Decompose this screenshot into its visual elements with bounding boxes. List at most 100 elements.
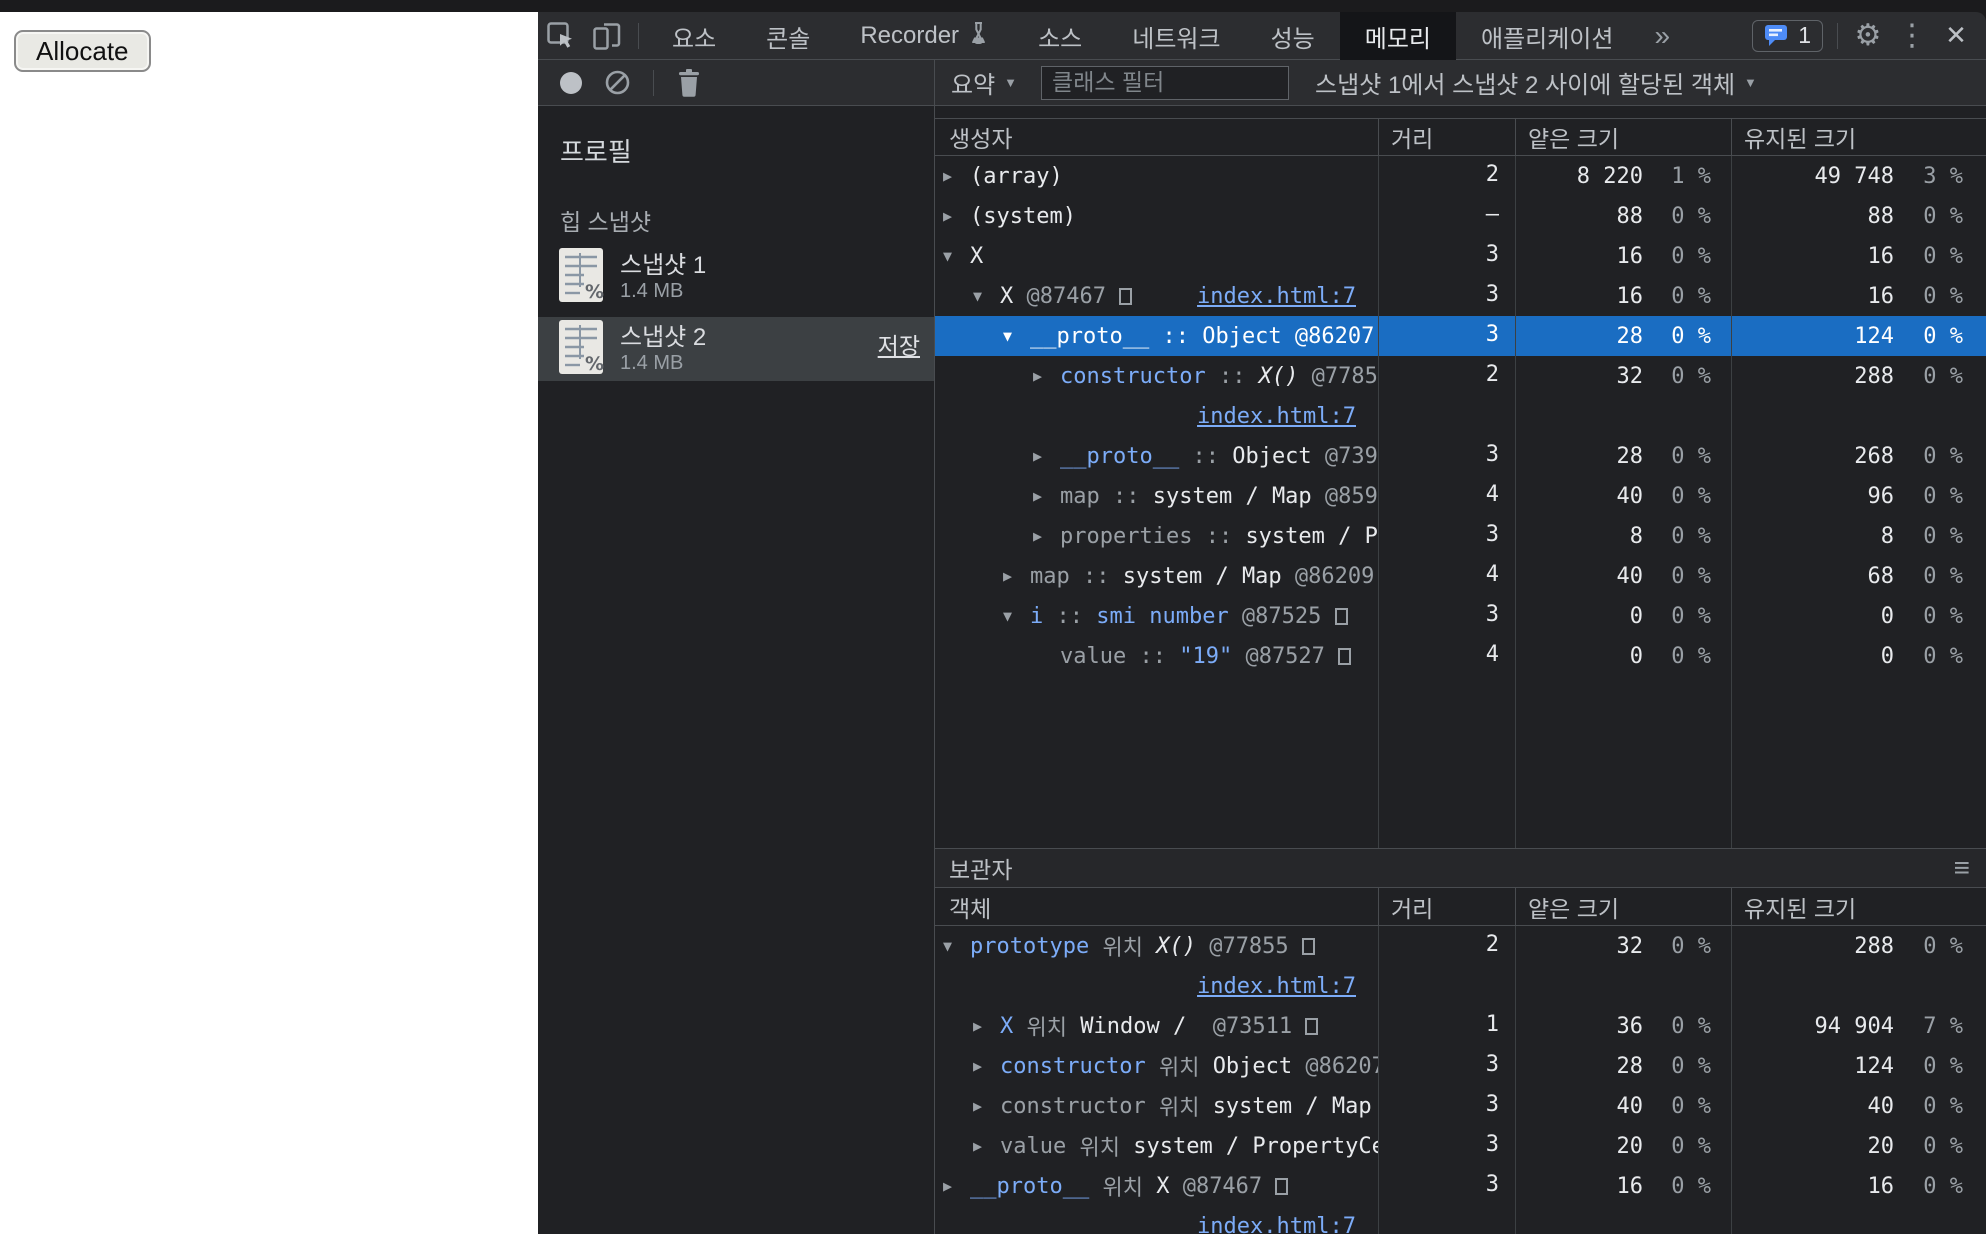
shallow-size-cell: 40 0 % (1515, 476, 1731, 516)
class-filter-input[interactable] (1041, 65, 1290, 100)
expander-icon[interactable]: ▶ (973, 1017, 1000, 1035)
tab-요소[interactable]: 요소 (647, 12, 741, 60)
object-text: @87467 (1169, 1173, 1276, 1199)
column-shallow-size[interactable]: 얕은 크기 (1515, 888, 1731, 925)
object-text: 위치 (1013, 1016, 1081, 1041)
object-text: X() (1258, 363, 1299, 389)
expander-icon[interactable]: ▶ (943, 1177, 970, 1195)
source-link-row[interactable]: index.html:7 (935, 966, 1986, 1006)
tab-소스[interactable]: 소스 (1013, 12, 1107, 60)
column-distance[interactable]: 거리 (1378, 888, 1515, 925)
heap-row[interactable]: ▶ (array) 2 8 220 1 % 49 748 3 % (935, 156, 1986, 196)
snapshot-item-1[interactable]: % 스냅샷 1 1.4 MB (538, 245, 934, 309)
expander-icon[interactable]: ▶ (973, 1137, 1000, 1155)
heap-row[interactable]: ▶map :: system / Map @85974400 %960 % (935, 476, 1986, 516)
heap-row[interactable]: ▼ __proto__ :: Object @86207 3 28 0 % 124 0 % (935, 316, 1986, 356)
memory-toolbar: 요약▼ 스냅샷 1에서 스냅샷 2 사이에 할당된 객체▼ (538, 60, 1986, 106)
shallow-size-cell: 40 0 % (1515, 556, 1731, 596)
distance-cell: 3 (1378, 1086, 1515, 1126)
close-devtools-icon[interactable]: ✕ (1934, 20, 1978, 51)
retained-size-cell: 88 0 % (1731, 196, 1986, 236)
expander-icon[interactable]: ▼ (1003, 327, 1030, 345)
column-retained-size[interactable]: 유지된 크기 (1731, 888, 1986, 925)
heap-row[interactable]: ▶ map :: system / Map @86209 4 40 0 % 68 0 % (935, 556, 1986, 596)
object-text: constructor (1060, 363, 1206, 389)
tab-메모리[interactable]: 메모리 (1339, 12, 1456, 60)
heap-row[interactable]: ▶ X 위치 Window / @73511 1 36 0 % 94 904 7 % (935, 1006, 1986, 1046)
expander-icon[interactable]: ▶ (943, 167, 970, 185)
heap-row[interactable]: ▼ X 3 16 0 % 16 0 % (935, 236, 1986, 276)
expander-icon[interactable]: ▶ (1033, 447, 1060, 465)
object-cell: ▶constructor 위치 system / Map @ (935, 1086, 1378, 1126)
retained-size-cell: 124 0 % (1731, 316, 1986, 356)
snapshot-scope-select[interactable]: 스냅샷 1에서 스냅샷 2 사이에 할당된 객체 ▼ (1315, 65, 1757, 100)
inspect-element-icon[interactable] (538, 16, 584, 56)
save-snapshot-link[interactable]: 저장 (878, 327, 920, 361)
expander-icon[interactable]: ▶ (1033, 487, 1060, 505)
distance-cell: 3 (1378, 1046, 1515, 1086)
expander-icon[interactable]: ▶ (943, 207, 970, 225)
source-link-row[interactable]: index.html:7 (935, 1206, 1986, 1234)
device-toolbar-icon[interactable] (584, 16, 630, 56)
heap-row[interactable]: ▶ __proto__ 위치 X @87467 3 16 0 % 16 0 % (935, 1166, 1986, 1206)
source-link[interactable]: index.html:7 (1197, 974, 1356, 999)
expander-icon[interactable]: ▶ (1003, 567, 1030, 585)
object-text: map (1030, 563, 1070, 589)
column-object[interactable]: 객체 (935, 890, 1378, 924)
column-distance[interactable]: 거리 (1378, 119, 1515, 155)
source-link-row[interactable]: index.html:7 (935, 396, 1986, 436)
heap-row[interactable]: ▶constructor :: X() @77855 2320 %2880 % (935, 356, 1986, 396)
column-constructor[interactable]: 생성자 (935, 120, 1378, 154)
expander-icon[interactable]: ▼ (1003, 607, 1030, 625)
expander-icon[interactable]: ▶ (973, 1097, 1000, 1115)
hamburger-menu-icon[interactable]: ≡ (1954, 852, 1970, 884)
allocate-button[interactable]: Allocate (14, 30, 151, 72)
snapshot-item-2[interactable]: % 스냅샷 2 1.4 MB 저장 (538, 317, 934, 381)
heap-row[interactable]: ▶ value 위치 system / PropertyCe 3 20 0 % 20 0 % (935, 1126, 1986, 1166)
record-heap-button[interactable] (560, 71, 582, 94)
issues-badge[interactable]: 1 (1752, 19, 1823, 52)
heap-row[interactable]: ▶ constructor 위치 Object @86207 3 28 0 % 124 0 … (935, 1046, 1986, 1086)
heap-row[interactable]: ▼ i :: smi number @87525 300 % 0 0 % (935, 596, 1986, 636)
column-shallow-size[interactable]: 얕은 크기 (1515, 119, 1731, 155)
heap-row[interactable]: ▶__proto__ :: Object @73983280 %2680 % (935, 436, 1986, 476)
heap-row[interactable]: ▼ X @87467 index.html:7 3 16 0 % 16 0 % (935, 276, 1986, 316)
chevron-down-icon: ▼ (1004, 75, 1018, 90)
expander-icon[interactable]: ▼ (943, 937, 970, 955)
expander-icon[interactable]: ▼ (973, 287, 1000, 305)
object-text: @87527 (1232, 643, 1339, 669)
source-link[interactable]: index.html:7 (1197, 284, 1356, 309)
more-tabs-button[interactable]: » (1638, 20, 1686, 52)
source-link[interactable]: index.html:7 (1197, 1214, 1356, 1234)
heap-row[interactable]: ▶constructor 위치 system / Map @3400 %400 … (935, 1086, 1986, 1126)
distance-cell: 3 (1378, 516, 1515, 556)
expander-icon[interactable]: ▶ (973, 1057, 1000, 1075)
expander-icon[interactable]: ▼ (943, 247, 970, 265)
kebab-menu-icon[interactable]: ⋮ (1890, 18, 1934, 53)
object-text: system / PropertyCe (1133, 1133, 1378, 1159)
tab-콘솔[interactable]: 콘솔 (741, 12, 835, 60)
heap-row[interactable]: ▶ (system) –88 0 % 88 0 % (935, 196, 1986, 236)
divider (653, 69, 654, 96)
expander-icon[interactable]: ▶ (1033, 527, 1060, 545)
distance-cell (1378, 966, 1515, 1006)
toolbar-right-group: 요약▼ 스냅샷 1에서 스냅샷 2 사이에 할당된 객체▼ (935, 65, 1757, 100)
tab-성능[interactable]: 성능 (1246, 12, 1340, 60)
object-cell: ▼ X @87467 index.html:7 (935, 276, 1378, 316)
heap-row[interactable]: ▼ prototype 위치 X() @77855 2 32 0 % 288 0 % (935, 926, 1986, 966)
perspective-select[interactable]: 요약 ▼ (951, 65, 1017, 100)
source-link[interactable]: index.html:7 (1197, 404, 1356, 429)
object-text: :: (1099, 483, 1153, 509)
object-text: @73511 (1186, 1013, 1306, 1039)
settings-gear-icon[interactable]: ⚙ (1846, 18, 1890, 53)
heap-row[interactable]: value :: "19" @87527 400 % 0 0 % (935, 636, 1986, 676)
tab-네트워크[interactable]: 네트워크 (1107, 12, 1245, 60)
column-retained-size[interactable]: 유지된 크기 (1731, 119, 1986, 155)
object-text: map (1060, 483, 1100, 509)
heap-row[interactable]: ▶ properties :: system / Pr 3 8 0 % 8 0 % (935, 516, 1986, 556)
clear-profiles-icon[interactable] (604, 69, 631, 96)
delete-snapshot-icon[interactable] (676, 68, 702, 98)
tab-Recorder[interactable]: Recorder (835, 12, 1013, 60)
expander-icon[interactable]: ▶ (1033, 367, 1060, 385)
tab-애플리케이션[interactable]: 애플리케이션 (1456, 12, 1638, 60)
